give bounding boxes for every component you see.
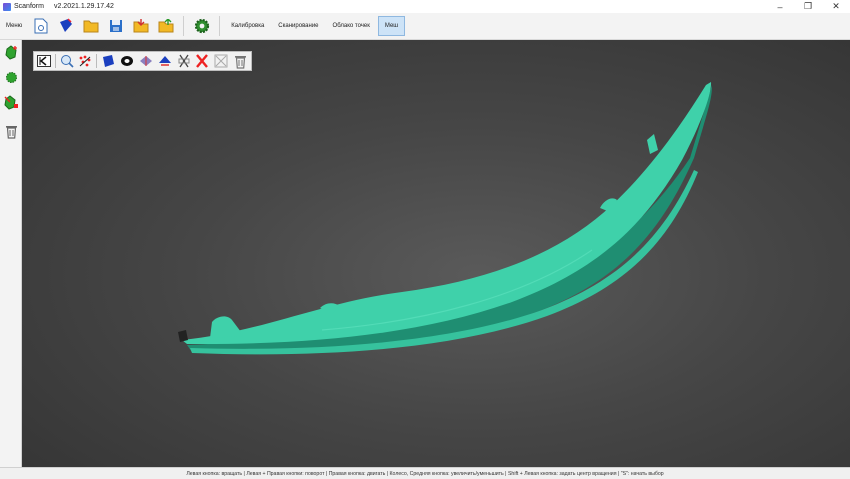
toolbar-separator	[219, 16, 221, 36]
close-button[interactable]: ✕	[822, 0, 850, 13]
toolbar-separator	[183, 16, 185, 36]
save-icon[interactable]	[105, 15, 127, 37]
main-toolbar: Меню Калибровка Сканирование Облако точе…	[0, 13, 850, 40]
3d-viewport[interactable]	[22, 40, 850, 467]
left-toolbar	[0, 40, 22, 467]
window-controls: – ❐ ✕	[766, 0, 850, 13]
tab-point-cloud[interactable]: Облако точек	[327, 16, 376, 36]
app-name: Scanform	[14, 3, 44, 10]
green-blob-icon[interactable]	[2, 68, 20, 86]
remove-mesh-icon[interactable]	[2, 93, 20, 111]
maximize-button[interactable]: ❐	[794, 0, 822, 13]
settings-gear-icon[interactable]	[191, 15, 213, 37]
tab-calibration[interactable]: Калибровка	[225, 16, 270, 36]
title-bar: Scanform v2.2021.1.29.17.42 – ❐ ✕	[0, 0, 850, 13]
scanner-icon[interactable]	[55, 15, 77, 37]
import-icon[interactable]	[130, 15, 152, 37]
minimize-button[interactable]: –	[766, 0, 794, 13]
export-icon[interactable]	[155, 15, 177, 37]
open-folder-icon[interactable]	[80, 15, 102, 37]
tab-mesh[interactable]: Меш	[377, 16, 406, 36]
menu-button[interactable]: Меню	[0, 16, 28, 36]
app-version: v2.2021.1.29.17.42	[53, 3, 114, 10]
new-project-icon[interactable]	[30, 15, 52, 37]
status-bar-hint: Левая кнопка: вращать | Левая + Правая к…	[186, 470, 664, 477]
add-mesh-icon[interactable]	[2, 43, 20, 61]
tab-scanning[interactable]: Сканирование	[272, 16, 324, 36]
app-logo-icon	[3, 2, 11, 11]
status-bar: Левая кнопка: вращать | Левая + Правая к…	[0, 467, 850, 479]
scanned-mesh-model[interactable]	[22, 40, 850, 467]
trash-icon[interactable]	[2, 122, 20, 140]
